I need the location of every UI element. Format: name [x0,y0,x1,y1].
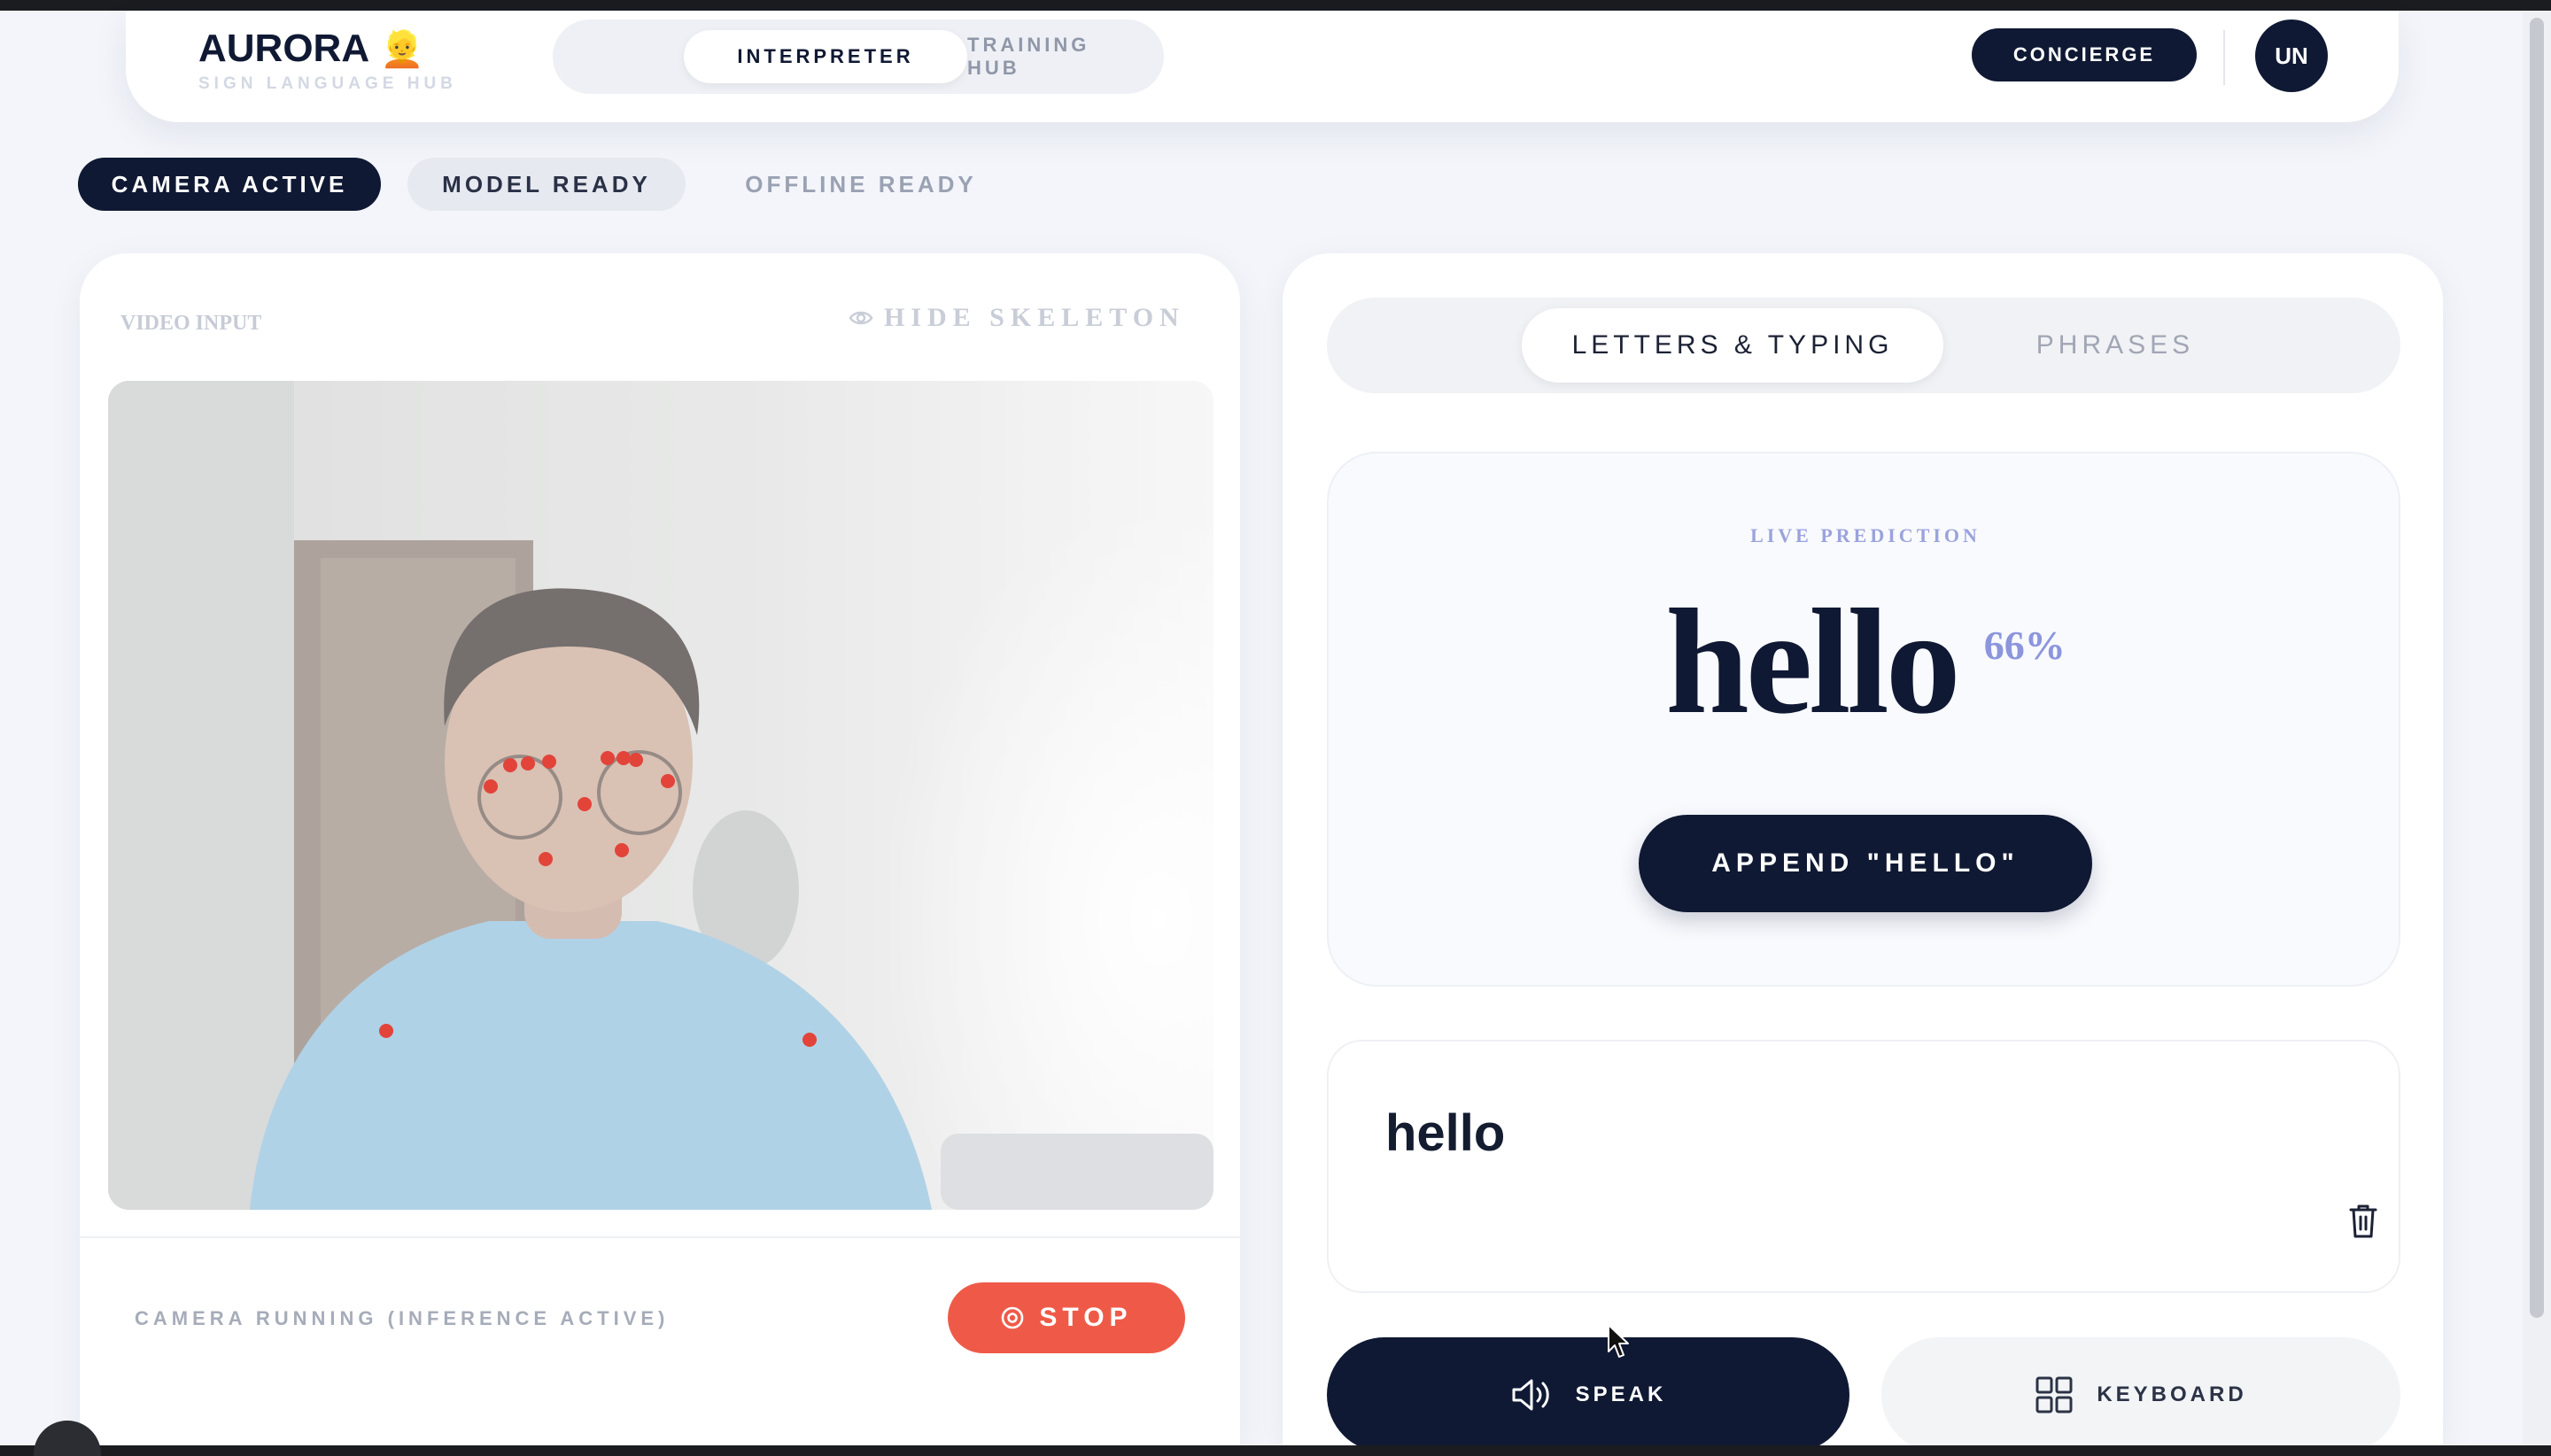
status-chip-model: MODEL READY [407,158,686,211]
brand-emoji: 👱 [380,28,424,70]
mouse-cursor-icon [1608,1324,1629,1358]
confidence-value: 66% [1983,623,2066,668]
status-chip-camera: CAMERA ACTIVE [78,158,381,211]
trash-icon [2349,1204,2377,1238]
live-prediction-label: LIVE PREDICTION [1750,524,1981,546]
landmark-dot [615,843,629,857]
landmark-dot [578,797,592,811]
video-panel: VIDEO INPUT HIDE SKELETON CAMERA RUNNING… [80,253,1240,1445]
window-top-edge [0,0,2551,11]
camera-status-text: CAMERA RUNNING (INFERENCE ACTIVE) [135,1307,670,1329]
app-header: AURORA 👱 SIGN LANGUAGE HUB INTERPRETER T… [126,11,2399,122]
divider [80,1236,1240,1238]
landmark-dot [503,758,517,772]
live-prediction-card: LIVE PREDICTION hello 66% APPEND "HELLO" [1327,452,2400,987]
brand-subtitle: SIGN LANGUAGE HUB [198,74,457,93]
brand: AURORA 👱 SIGN LANGUAGE HUB [198,27,457,94]
landmark-dot [521,756,535,771]
hide-skeleton-label: HIDE SKELETON [884,303,1185,332]
header-divider [2223,30,2225,85]
typed-text: hello [1385,1104,1506,1162]
stop-circle-icon [1002,1306,1024,1329]
hide-skeleton-toggle[interactable]: HIDE SKELETON [849,303,1185,333]
status-chip-offline: OFFLINE READY [745,170,977,197]
eye-icon [849,311,873,325]
tab-training-hub[interactable]: TRAINING HUB [967,30,1144,83]
tab-letters-typing[interactable]: LETTERS & TYPING [1522,308,1943,383]
camera-feed-image [108,381,1213,1210]
brand-name: AURORA [198,27,370,70]
landmark-dot [379,1024,393,1038]
speak-label: SPEAK [1575,1382,1667,1406]
interpreter-panel: LETTERS & TYPING PHRASES LIVE PREDICTION… [1283,253,2443,1452]
predicted-word: hello [1665,578,1960,745]
append-button[interactable]: APPEND "HELLO" [1639,815,2092,912]
landmark-dot [629,753,643,767]
tab-phrases[interactable]: PHRASES [1982,308,2248,383]
user-avatar[interactable]: UN [2255,19,2328,92]
main-nav: INTERPRETER TRAINING HUB [553,19,1164,94]
mode-tabs: LETTERS & TYPING PHRASES [1327,298,2400,393]
stop-label: STOP [1039,1303,1133,1332]
video-input-label: VIDEO INPUT [120,312,262,335]
landmark-dot [484,779,498,794]
concierge-button[interactable]: CONCIERGE [1972,28,2197,81]
stop-button[interactable]: STOP [948,1282,1185,1353]
landmark-dot [539,852,553,866]
tab-interpreter[interactable]: INTERPRETER [684,30,967,83]
speak-button[interactable]: SPEAK [1327,1337,1849,1452]
speaker-icon [1512,1379,1549,1411]
typed-text-area[interactable]: hello [1327,1040,2400,1293]
camera-feed [108,381,1213,1210]
scrollbar-thumb[interactable] [2530,18,2544,1318]
keyboard-button[interactable]: KEYBOARD [1881,1337,2400,1452]
landmark-dot [661,774,675,788]
clear-text-button[interactable] [2346,1201,2381,1242]
window-bottom-edge [0,1445,2551,1456]
landmark-dot [601,751,615,765]
landmark-dot [542,755,556,769]
landmark-dot [803,1033,817,1047]
keyboard-label: KEYBOARD [2097,1382,2247,1406]
grid-icon [2035,1376,2073,1413]
